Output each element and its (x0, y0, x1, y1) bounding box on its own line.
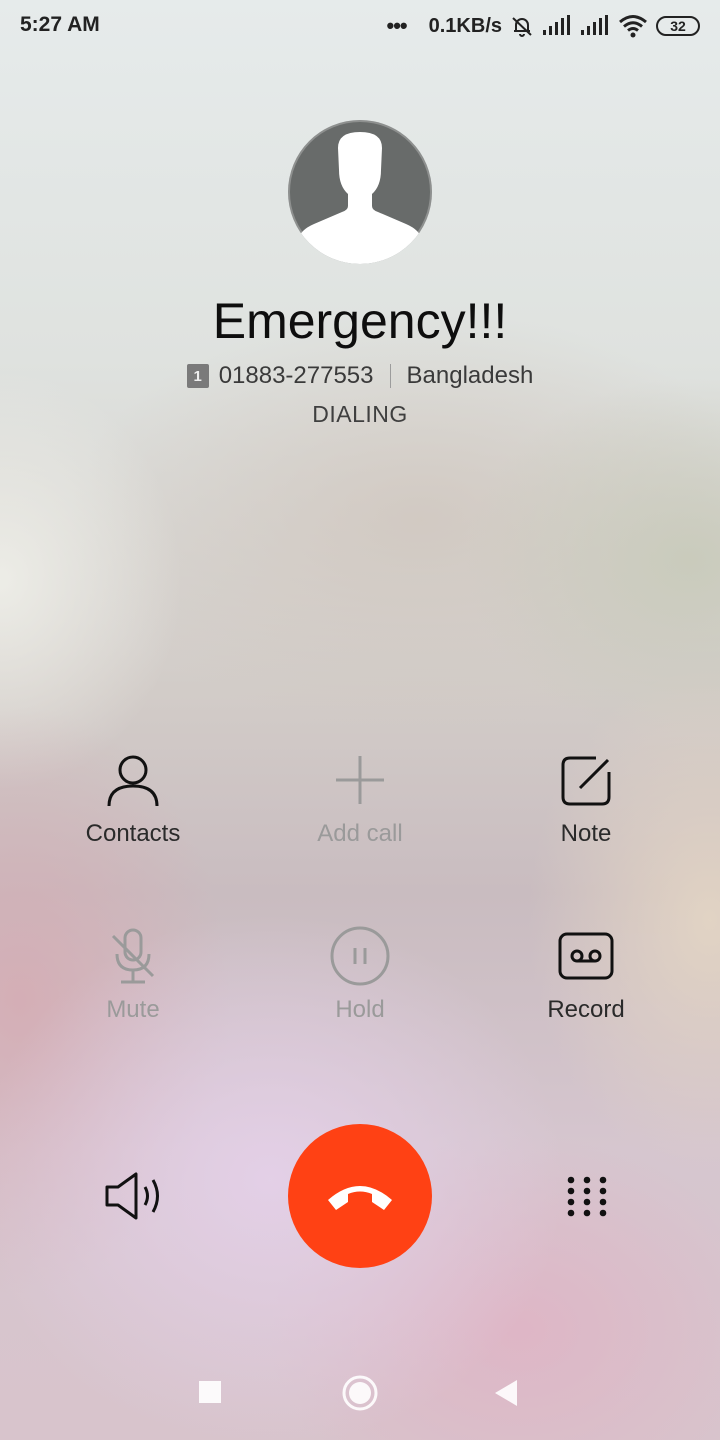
caller-info: 1 01883-277553 Bangladesh (0, 362, 720, 390)
divider (389, 364, 391, 388)
recents-square-icon[interactable] (198, 1380, 222, 1404)
dots-icon: ••• (386, 13, 408, 38)
note-button[interactable]: Note (476, 750, 696, 848)
caller-avatar (288, 120, 432, 264)
add-call-button[interactable]: Add call (250, 750, 470, 848)
caller-number: 01883-277553 (218, 362, 374, 389)
pause-icon (330, 926, 390, 986)
person-icon (107, 755, 159, 807)
person-placeholder-icon (298, 132, 422, 264)
network-speed: 0.1KB/s (428, 14, 502, 37)
call-status: DIALING (312, 401, 408, 427)
caller-name: Emergency!!! (212, 293, 508, 349)
contacts-label: Contacts (85, 820, 181, 847)
dialpad-icon[interactable] (566, 1175, 608, 1217)
battery-level: 32 (670, 18, 686, 34)
signal-icon (581, 15, 608, 35)
tape-icon (558, 932, 614, 980)
caller-location: Bangladesh (406, 362, 534, 389)
hold-button[interactable]: Hold (250, 926, 470, 1024)
sim-badge: 1 (186, 364, 209, 388)
record-button[interactable]: Record (476, 926, 696, 1024)
hang-up-icon (328, 1186, 392, 1210)
battery-icon: 32 (656, 16, 700, 36)
status-time: 5:27 AM (20, 13, 100, 36)
add-call-label: Add call (317, 820, 403, 847)
hold-label: Hold (335, 996, 385, 1023)
wifi-icon (619, 15, 647, 38)
bell-muted-icon (512, 17, 532, 37)
end-call-button[interactable] (288, 1124, 432, 1268)
status-icons: ••• 0.1KB/s 32 (387, 12, 700, 40)
mute-button[interactable]: Mute (23, 926, 243, 1024)
home-circle-icon[interactable] (341, 1374, 379, 1412)
contacts-button[interactable]: Contacts (23, 750, 243, 848)
status-bar: 5:27 AM ••• 0.1KB/s 32 (0, 0, 720, 52)
mute-label: Mute (106, 996, 160, 1023)
note-edit-icon (561, 756, 611, 806)
back-triangle-icon[interactable] (494, 1379, 518, 1407)
speaker-icon[interactable] (104, 1170, 166, 1222)
record-label: Record (547, 996, 625, 1023)
plus-icon (336, 756, 384, 804)
note-label: Note (560, 820, 612, 847)
signal-icon (543, 15, 570, 35)
mic-off-icon (111, 928, 155, 984)
